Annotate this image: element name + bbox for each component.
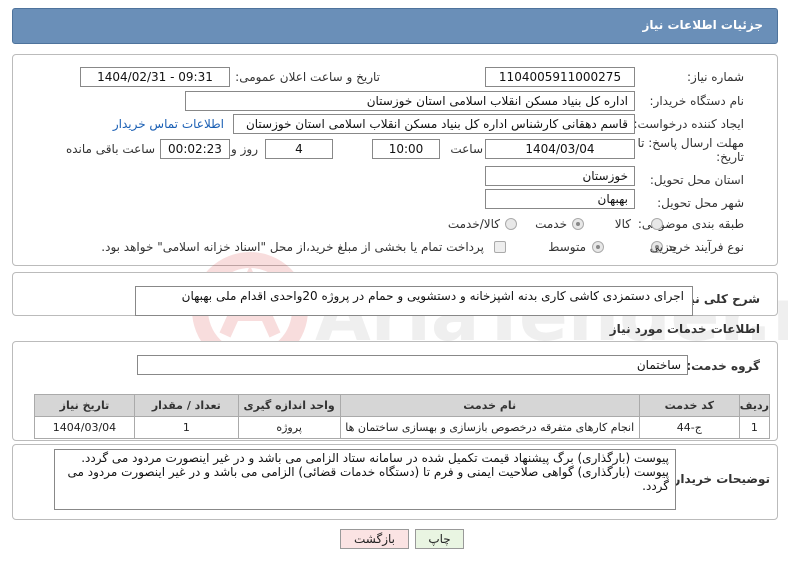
remaining-time-field: 00:02:23 [160, 139, 230, 159]
category-option-goods: کالا [614, 217, 631, 231]
service-group-field: ساختمان [137, 355, 688, 375]
col-unit: واحد اندازه گیری [237, 394, 341, 417]
city-field: بهبهان [485, 189, 635, 209]
cell-date: 1404/03/04 [34, 416, 135, 439]
cell-service-code: ج-44 [638, 416, 740, 439]
col-service-name: نام خدمت [339, 394, 640, 417]
need-number-label: شماره نیاز: [687, 70, 744, 84]
notes-text: پیوست (بارگذاری) برگ پیشنهاد قیمت تکمیل … [67, 451, 669, 493]
notes-label: توضیحات خریدار: [668, 472, 770, 486]
buyer-contact-link[interactable]: اطلاعات تماس خریدار [113, 117, 224, 131]
process-option-medium: متوسط [548, 240, 586, 254]
cell-service-name: انجام کارهای متفرقه درخصوص بازسازی و بهس… [339, 416, 640, 439]
cell-unit: پروژه [237, 416, 341, 439]
category-radio-goods-service[interactable] [505, 218, 517, 230]
print-button[interactable]: چاپ [415, 529, 464, 549]
deadline-time-field: 10:00 [372, 139, 440, 159]
deadline-date-field: 1404/03/04 [485, 139, 635, 159]
city-label: شهر محل تحویل: [657, 196, 744, 210]
need-number-field: 1104005911000275 [485, 67, 635, 87]
services-table: تاریخ نیاز تعداد / مقدار واحد اندازه گیر… [34, 394, 771, 439]
summary-text: اجرای دستمزدی کاشی کاری بدنه اشپزخانه و … [181, 289, 684, 303]
deadline-label: مهلت ارسال پاسخ: تا [637, 136, 744, 150]
notes-textarea[interactable]: پیوست (بارگذاری) برگ پیشنهاد قیمت تکمیل … [54, 449, 676, 510]
service-group-label: گروه خدمت: [686, 359, 760, 373]
category-radio-service[interactable] [572, 218, 584, 230]
creator-field: قاسم دهقانی کارشناس اداره کل بنیاد مسکن … [233, 114, 635, 134]
treasury-payment-checkbox[interactable] [494, 241, 506, 253]
announce-date-field: 1404/02/31 - 09:31 [80, 67, 230, 87]
province-field: خوزستان [485, 166, 635, 186]
category-option-goods-service: کالا/خدمت [447, 217, 500, 231]
days-label: روز و [231, 142, 258, 156]
announce-date-label: تاریخ و ساعت اعلان عمومی: [235, 70, 380, 84]
table-row: 1404/03/04 1 پروژه انجام کارهای متفرقه د… [34, 416, 771, 439]
cell-row: 1 [738, 416, 771, 439]
col-row: ردیف [738, 394, 771, 417]
col-quantity: تعداد / مقدار [133, 394, 239, 417]
buyer-field: اداره کل بنیاد مسکن انقلاب اسلامی استان … [185, 91, 635, 111]
process-radio-medium[interactable] [592, 241, 604, 253]
buyer-label: نام دستگاه خریدار: [649, 94, 745, 108]
page-header: جزئیات اطلاعات نیاز [12, 8, 778, 44]
page-title: جزئیات اطلاعات نیاز [642, 18, 763, 32]
col-date: تاریخ نیاز [34, 394, 135, 417]
summary-textarea[interactable]: اجرای دستمزدی کاشی کاری بدنه اشپزخانه و … [135, 286, 693, 316]
services-section-title: اطلاعات خدمات مورد نیاز [609, 322, 760, 336]
treasury-payment-note: پرداخت تمام یا بخشی از مبلغ خرید،از محل … [101, 240, 484, 254]
deadline-label-date: تاریخ: [716, 150, 744, 164]
deadline-time-label: ساعت [450, 142, 483, 156]
province-label: استان محل تحویل: [649, 173, 744, 187]
category-option-service: خدمت [535, 217, 567, 231]
creator-label: ایجاد کننده درخواست: [633, 117, 744, 131]
remaining-label: ساعت باقی مانده [65, 142, 155, 156]
col-service-code: کد خدمت [638, 394, 740, 417]
category-radio-goods[interactable] [651, 218, 663, 230]
services-table-header: تاریخ نیاز تعداد / مقدار واحد اندازه گیر… [34, 394, 771, 417]
process-option-minor: جزیی [649, 240, 677, 254]
days-field: 4 [265, 139, 333, 159]
cell-quantity: 1 [133, 416, 239, 439]
back-button[interactable]: بازگشت [340, 529, 409, 549]
